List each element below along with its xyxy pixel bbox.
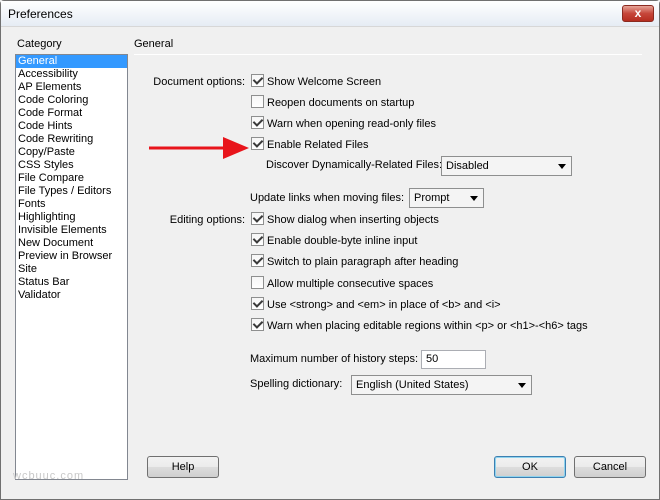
show-dialog-checkbox[interactable] bbox=[251, 212, 264, 225]
preferences-dialog: Preferences x Category General Accessibil… bbox=[0, 0, 660, 500]
enable-related-option[interactable]: Enable Related Files bbox=[251, 137, 369, 153]
category-item-preview-in-browser[interactable]: Preview in Browser bbox=[16, 250, 127, 263]
category-item-validator[interactable]: Validator bbox=[16, 289, 127, 302]
title-bar: Preferences x bbox=[1, 1, 659, 27]
plain-paragraph-label: Switch to plain paragraph after heading bbox=[267, 256, 459, 268]
show-dialog-label: Show dialog when inserting objects bbox=[267, 214, 439, 226]
warn-readonly-checkbox[interactable] bbox=[251, 116, 264, 129]
multiple-spaces-label: Allow multiple consecutive spaces bbox=[267, 278, 434, 290]
show-dialog-option[interactable]: Show dialog when inserting objects bbox=[251, 212, 439, 228]
show-welcome-option[interactable]: Show Welcome Screen bbox=[251, 74, 381, 90]
warn-readonly-label: Warn when opening read-only files bbox=[267, 118, 436, 130]
update-links-value: Prompt bbox=[414, 192, 450, 204]
section-title: General bbox=[134, 38, 174, 50]
red-arrow-icon bbox=[149, 137, 249, 159]
category-label: Category bbox=[17, 38, 62, 50]
history-steps-input[interactable]: 50 bbox=[421, 350, 486, 369]
spelling-select[interactable]: English (United States) bbox=[351, 375, 532, 395]
chevron-down-icon bbox=[470, 196, 478, 201]
update-links-label: Update links when moving files: bbox=[250, 192, 405, 204]
multiple-spaces-checkbox[interactable] bbox=[251, 276, 264, 289]
plain-paragraph-option[interactable]: Switch to plain paragraph after heading bbox=[251, 254, 458, 270]
category-item-code-coloring[interactable]: Code Coloring bbox=[16, 94, 127, 107]
category-item-css-styles[interactable]: CSS Styles bbox=[16, 159, 127, 172]
reopen-docs-option[interactable]: Reopen documents on startup bbox=[251, 95, 414, 111]
plain-paragraph-checkbox[interactable] bbox=[251, 254, 264, 267]
discover-value: Disabled bbox=[446, 160, 489, 172]
category-item-highlighting[interactable]: Highlighting bbox=[16, 211, 127, 224]
double-byte-option[interactable]: Enable double-byte inline input bbox=[251, 233, 417, 249]
update-links-select[interactable]: Prompt bbox=[409, 188, 484, 208]
history-label: Maximum number of history steps: bbox=[250, 353, 419, 365]
category-item-invisible-elements[interactable]: Invisible Elements bbox=[16, 224, 127, 237]
category-item-general[interactable]: General bbox=[16, 55, 127, 68]
watermark: wcbuuc.com bbox=[13, 470, 85, 482]
category-item-ap-elements[interactable]: AP Elements bbox=[16, 81, 127, 94]
show-welcome-checkbox[interactable] bbox=[251, 74, 264, 87]
strong-em-label: Use <strong> and <em> in place of <b> an… bbox=[267, 299, 501, 311]
warn-editable-checkbox[interactable] bbox=[251, 318, 264, 331]
category-item-code-rewriting[interactable]: Code Rewriting bbox=[16, 133, 127, 146]
ok-button[interactable]: OK bbox=[494, 456, 566, 478]
discover-label: Discover Dynamically-Related Files: bbox=[266, 159, 443, 171]
category-item-copy-paste[interactable]: Copy/Paste bbox=[16, 146, 127, 159]
category-item-new-document[interactable]: New Document bbox=[16, 237, 127, 250]
help-button[interactable]: Help bbox=[147, 456, 219, 478]
warn-editable-label: Warn when placing editable regions withi… bbox=[267, 320, 588, 332]
cancel-button[interactable]: Cancel bbox=[574, 456, 646, 478]
close-button[interactable]: x bbox=[622, 5, 654, 22]
discover-select[interactable]: Disabled bbox=[441, 156, 572, 176]
multiple-spaces-option[interactable]: Allow multiple consecutive spaces bbox=[251, 276, 433, 292]
strong-em-option[interactable]: Use <strong> and <em> in place of <b> an… bbox=[251, 297, 501, 313]
category-list[interactable]: General Accessibility AP Elements Code Colo… bbox=[15, 54, 128, 480]
warn-readonly-option[interactable]: Warn when opening read-only files bbox=[251, 116, 436, 132]
chevron-down-icon bbox=[518, 383, 526, 388]
category-item-site[interactable]: Site bbox=[16, 263, 127, 276]
section-divider bbox=[134, 54, 642, 55]
double-byte-checkbox[interactable] bbox=[251, 233, 264, 246]
enable-related-checkbox[interactable] bbox=[251, 137, 264, 150]
category-item-fonts[interactable]: Fonts bbox=[16, 198, 127, 211]
category-item-code-format[interactable]: Code Format bbox=[16, 107, 127, 120]
window-title: Preferences bbox=[8, 7, 73, 21]
spelling-value: English (United States) bbox=[356, 379, 469, 391]
editing-options-label: Editing options: bbox=[169, 214, 245, 226]
spelling-label: Spelling dictionary: bbox=[250, 378, 343, 390]
double-byte-label: Enable double-byte inline input bbox=[267, 235, 418, 247]
category-item-status-bar[interactable]: Status Bar bbox=[16, 276, 127, 289]
category-item-code-hints[interactable]: Code Hints bbox=[16, 120, 127, 133]
enable-related-label: Enable Related Files bbox=[267, 139, 369, 151]
reopen-docs-label: Reopen documents on startup bbox=[267, 97, 415, 109]
category-item-file-types-editors[interactable]: File Types / Editors bbox=[16, 185, 127, 198]
reopen-docs-checkbox[interactable] bbox=[251, 95, 264, 108]
show-welcome-label: Show Welcome Screen bbox=[267, 76, 382, 88]
warn-editable-option[interactable]: Warn when placing editable regions withi… bbox=[251, 318, 588, 334]
chevron-down-icon bbox=[558, 164, 566, 169]
category-item-accessibility[interactable]: Accessibility bbox=[16, 68, 127, 81]
document-options-label: Document options: bbox=[153, 76, 245, 88]
strong-em-checkbox[interactable] bbox=[251, 297, 264, 310]
category-item-file-compare[interactable]: File Compare bbox=[16, 172, 127, 185]
